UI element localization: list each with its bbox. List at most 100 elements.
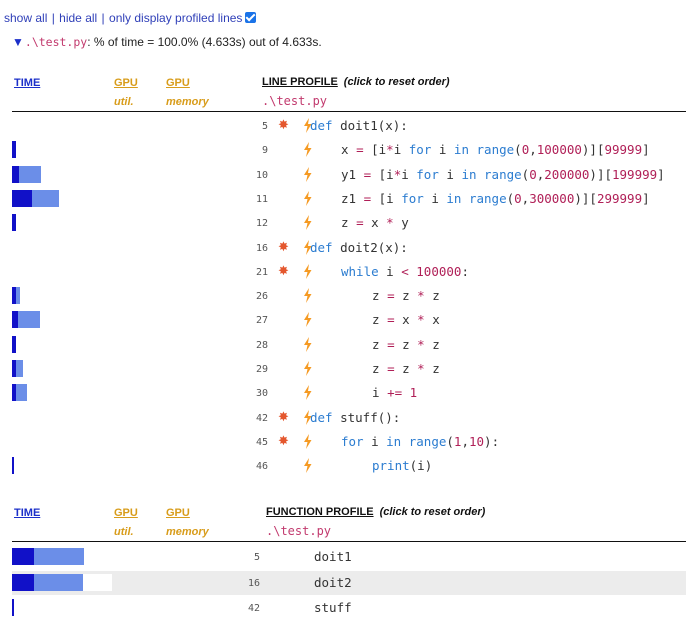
line-row: 12 z = x * y: [12, 211, 686, 235]
triangle-down-icon[interactable]: ▼: [12, 35, 24, 49]
line-number: 42: [255, 412, 268, 424]
line-row: 30 i += 1: [12, 381, 686, 405]
time-bar-python: [12, 335, 16, 353]
line-profile-divider: [12, 111, 686, 112]
lightning-bolt-icon[interactable]: [303, 142, 312, 158]
line-profile-title[interactable]: LINE PROFILE: [262, 76, 338, 88]
explosion-icon: ✸: [278, 117, 289, 132]
function-row: 5 doit1: [12, 545, 686, 569]
line-row: 28 z = z * z: [12, 333, 686, 357]
line-number: 16: [247, 577, 260, 589]
line-row: 10 y1 = [i*i for i in range(0,200000)][19…: [12, 163, 686, 187]
line-time-header[interactable]: TIME: [14, 77, 40, 89]
time-bar-python: [12, 189, 32, 207]
line-number: 30: [255, 388, 268, 400]
time-bar-native: [16, 287, 20, 305]
file-summary-text: : % of time = 100.0% (4.633s) out of 4.6…: [87, 35, 322, 49]
line-number: 27: [255, 315, 268, 327]
lightning-bolt-icon[interactable]: [303, 263, 312, 279]
line-gpu-memory-header[interactable]: GPU: [166, 77, 190, 89]
lightning-bolt-icon[interactable]: [303, 336, 312, 352]
line-number: 10: [255, 169, 268, 181]
lightning-bolt-icon[interactable]: [303, 215, 312, 231]
line-number: 9: [261, 145, 268, 157]
hide-all-link[interactable]: hide all: [59, 11, 97, 25]
source-code: for i in range(1,10):: [341, 433, 500, 449]
separator: |: [51, 11, 55, 25]
line-number: 16: [255, 242, 268, 254]
line-row: 46 print(i): [12, 454, 686, 478]
line-row: 5 ✸ def doit1(x):: [12, 114, 686, 138]
line-row: 45 ✸ for i in range(1,10):: [12, 430, 686, 454]
time-bar-python: [12, 548, 34, 565]
source-code: z1 = [i for i in range(0,300000)][299999…: [341, 190, 650, 206]
line-row: 21 ✸ while i < 100000:: [12, 260, 686, 284]
func-gpu-memory-header[interactable]: GPU: [166, 507, 190, 519]
time-bar-python: [12, 214, 16, 232]
source-code: def doit1(x):: [310, 118, 408, 133]
function-row: 16 doit2: [12, 570, 686, 595]
toolbar: show all | hide all | only display profi…: [4, 10, 257, 26]
lightning-bolt-icon[interactable]: [303, 190, 312, 206]
time-bar-native: [34, 548, 84, 565]
function-row: 42 stuff: [12, 596, 686, 620]
explosion-icon: ✸: [278, 432, 289, 448]
line-profile-header[interactable]: LINE PROFILE (click to reset order): [262, 76, 450, 88]
file-name: .\test.py: [24, 35, 88, 49]
line-gpu-memory-sub: memory: [166, 96, 209, 108]
source-code: def doit2(x):: [310, 239, 408, 255]
function-name: stuff: [314, 600, 352, 615]
time-bar-native: [19, 165, 41, 183]
time-bar-native: [32, 189, 59, 207]
line-number: 46: [255, 461, 268, 473]
func-gpu-util-header[interactable]: GPU: [114, 507, 138, 519]
explosion-icon: ✸: [278, 408, 289, 424]
function-profile-title[interactable]: FUNCTION PROFILE: [266, 506, 374, 518]
line-profile-reset-hint: (click to reset order): [343, 76, 450, 88]
line-row: 9 x = [i*i for i in range(0,100000)][9999…: [12, 138, 686, 162]
line-number: 5: [261, 121, 268, 132]
separator: |: [101, 11, 105, 25]
lightning-bolt-icon[interactable]: [303, 312, 312, 328]
explosion-icon: ✸: [278, 262, 289, 278]
time-bar-native: [34, 573, 83, 591]
show-all-link[interactable]: show all: [4, 11, 47, 25]
line-profile-file: .\test.py: [262, 94, 328, 108]
time-bar-native: [16, 384, 27, 402]
lightning-bolt-icon[interactable]: [303, 385, 312, 401]
source-code: y1 = [i*i for i in range(0,200000)][1999…: [341, 166, 665, 182]
line-row: 29 z = z * z: [12, 357, 686, 381]
lightning-bolt-icon[interactable]: [303, 166, 312, 182]
only-profiled-link[interactable]: only display profiled lines: [109, 11, 242, 25]
lightning-bolt-icon[interactable]: [303, 288, 312, 304]
function-name: doit1: [314, 549, 352, 564]
line-gpu-util-header[interactable]: GPU: [114, 77, 138, 89]
only-profiled-checkbox[interactable]: [245, 12, 257, 23]
time-bar-python: [12, 457, 14, 475]
function-profile-file: .\test.py: [266, 524, 332, 538]
line-row: 26 z = z * z: [12, 284, 686, 308]
line-row: 11 z1 = [i for i in range(0,300000)][2999…: [12, 187, 686, 211]
line-gpu-util-sub: util.: [114, 96, 134, 108]
func-time-header[interactable]: TIME: [14, 507, 40, 519]
func-gpu-util-sub: util.: [114, 526, 134, 538]
file-summary[interactable]: ▼.\test.py: % of time = 100.0% (4.633s) …: [12, 35, 322, 49]
explosion-icon: ✸: [278, 238, 289, 254]
source-code: z = z * z: [372, 361, 440, 376]
source-code: while i < 100000:: [341, 263, 469, 279]
lightning-bolt-icon[interactable]: [303, 361, 312, 376]
line-number: 26: [255, 291, 268, 303]
line-row: 27 z = x * x: [12, 308, 686, 332]
line-number: 45: [255, 436, 268, 448]
time-bar-native: [18, 311, 40, 329]
source-code: x = [i*i for i in range(0,100000)][99999…: [341, 142, 650, 158]
source-code: z = x * x: [372, 312, 440, 328]
lightning-bolt-icon[interactable]: [303, 433, 312, 449]
function-profile-divider: [12, 541, 686, 542]
time-bar-native: [16, 360, 23, 377]
lightning-bolt-icon[interactable]: [303, 458, 312, 474]
source-code: z = x * y: [341, 215, 409, 231]
source-code: i += 1: [372, 385, 418, 401]
function-profile-header[interactable]: FUNCTION PROFILE (click to reset order): [266, 506, 485, 518]
line-number: 11: [255, 193, 268, 205]
